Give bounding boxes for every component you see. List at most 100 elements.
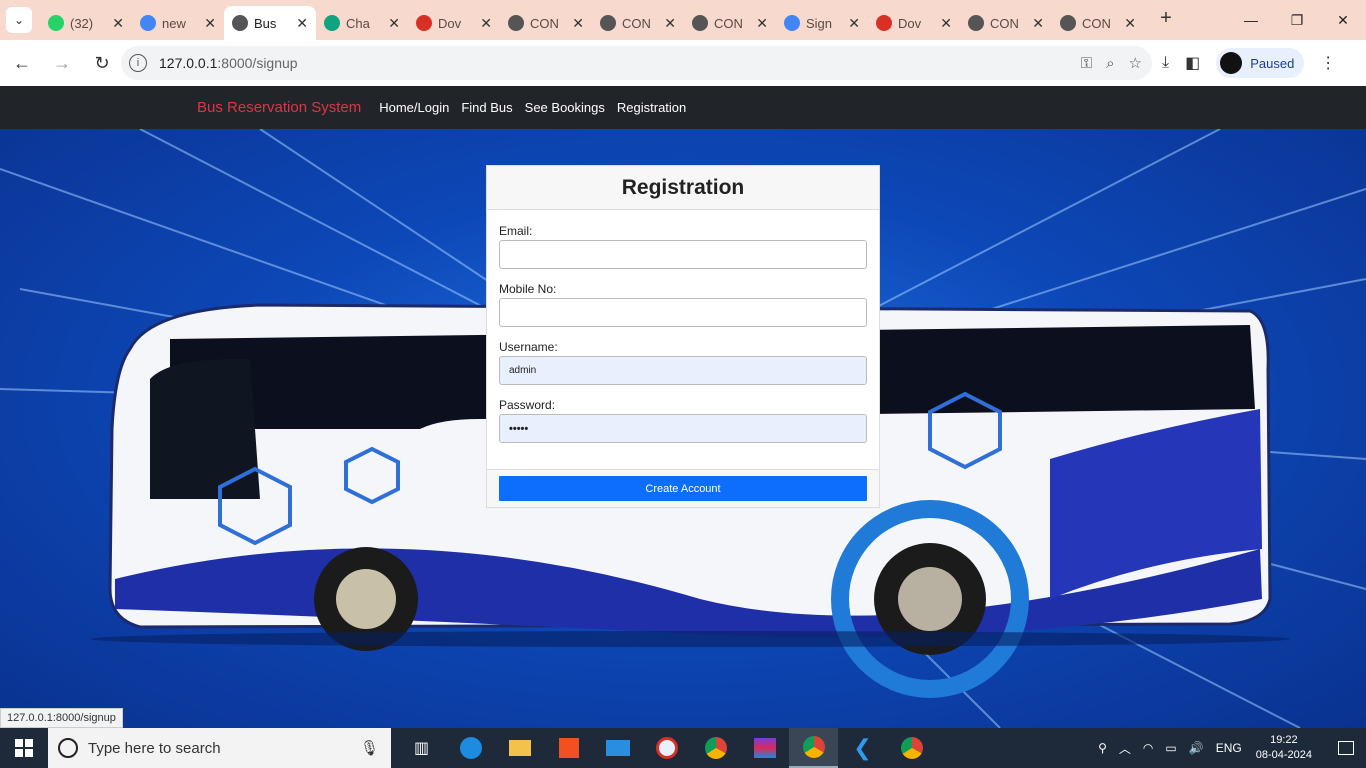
people-icon[interactable]: ⚲ bbox=[1098, 741, 1107, 755]
windows-taskbar: Type here to search 🎙 ▥ ❮ ⚲ ︿ ◠ ▭ 🔊 ENG … bbox=[0, 728, 1366, 768]
tab-title: new bbox=[162, 15, 186, 31]
browser-tab[interactable]: (32) ✕ bbox=[40, 6, 132, 40]
chatgpt-icon bbox=[324, 15, 340, 31]
mobile-field[interactable] bbox=[499, 298, 867, 327]
close-icon[interactable]: ✕ bbox=[204, 15, 216, 32]
vscode-icon[interactable]: ❮ bbox=[838, 728, 887, 768]
language-indicator[interactable]: ENG bbox=[1216, 741, 1242, 755]
chrome-icon[interactable] bbox=[691, 728, 740, 768]
heart-icon bbox=[416, 15, 432, 31]
profile-status: Paused bbox=[1250, 55, 1295, 71]
reload-icon[interactable]: ↻ bbox=[84, 45, 120, 81]
chevron-down-icon: ⌄ bbox=[13, 13, 25, 27]
form-title: Registration bbox=[621, 175, 745, 199]
winrar-icon[interactable] bbox=[740, 728, 789, 768]
file-explorer-icon[interactable] bbox=[495, 728, 544, 768]
google-icon bbox=[784, 15, 800, 31]
globe-icon bbox=[232, 15, 248, 31]
tab-title: Cha bbox=[346, 15, 370, 31]
whatsapp-icon bbox=[48, 15, 64, 31]
windows-logo-icon bbox=[15, 739, 33, 757]
battery-icon[interactable]: ▭ bbox=[1165, 741, 1176, 755]
task-view-icon[interactable]: ▥ bbox=[397, 728, 446, 768]
brave-icon[interactable] bbox=[642, 728, 691, 768]
chrome-alt-icon[interactable] bbox=[887, 728, 936, 768]
browser-tab[interactable]: Dov ✕ bbox=[408, 6, 500, 40]
registration-card: Registration Email: Mobile No: Username:… bbox=[486, 165, 880, 508]
close-icon[interactable]: ✕ bbox=[112, 15, 124, 32]
browser-tab[interactable]: Dov ✕ bbox=[868, 6, 960, 40]
edge-icon[interactable] bbox=[446, 728, 495, 768]
site-brand[interactable]: Bus Reservation System bbox=[197, 99, 361, 116]
browser-tab[interactable]: CON ✕ bbox=[684, 6, 776, 40]
nav-find-bus[interactable]: Find Bus bbox=[461, 100, 512, 115]
close-icon[interactable]: ✕ bbox=[756, 15, 768, 32]
nav-home-login[interactable]: Home/Login bbox=[379, 100, 449, 115]
menu-dots-icon[interactable]: ⋮ bbox=[1320, 53, 1336, 73]
tab-list: (32) ✕ new ✕ Bus ✕ Cha ✕ Dov ✕ CON ✕ CON ✕ CON ✕ Sign ✕ Do… bbox=[40, 0, 1144, 40]
close-icon[interactable]: ✕ bbox=[664, 15, 676, 32]
browser-tab[interactable]: Cha ✕ bbox=[316, 6, 408, 40]
site-navbar: Bus Reservation System Home/Login Find B… bbox=[0, 86, 1366, 129]
browser-tab[interactable]: CON ✕ bbox=[1052, 6, 1144, 40]
card-header: Registration bbox=[487, 166, 879, 210]
create-account-button[interactable]: Create Account bbox=[499, 476, 867, 501]
close-icon[interactable]: ✕ bbox=[480, 15, 492, 32]
microphone-icon[interactable]: 🎙 bbox=[360, 739, 379, 757]
side-panel-icon[interactable]: ◧ bbox=[1185, 53, 1200, 73]
tab-title: Dov bbox=[438, 15, 462, 31]
close-icon[interactable]: ✕ bbox=[848, 15, 860, 32]
window-controls: — ❐ ✕ bbox=[1228, 0, 1366, 40]
chrome-profile-icon[interactable] bbox=[789, 728, 838, 768]
browser-tab[interactable]: CON ✕ bbox=[500, 6, 592, 40]
back-icon[interactable]: ← bbox=[4, 45, 40, 81]
close-icon[interactable]: ✕ bbox=[940, 15, 952, 32]
notification-icon[interactable] bbox=[1326, 728, 1366, 768]
download-icon[interactable]: ⤓ bbox=[1162, 54, 1169, 72]
url-text[interactable]: 127.0.0.1:8000/signup bbox=[159, 55, 298, 71]
password-field[interactable]: ••••• bbox=[499, 414, 867, 443]
close-window-icon[interactable]: ✕ bbox=[1320, 0, 1366, 40]
close-icon[interactable]: ✕ bbox=[1124, 15, 1136, 32]
taskbar-search[interactable]: Type here to search 🎙 bbox=[48, 728, 391, 768]
clock[interactable]: 19:22 08-04-2024 bbox=[1256, 733, 1312, 763]
close-icon[interactable]: ✕ bbox=[1032, 15, 1044, 32]
browser-tab[interactable]: CON ✕ bbox=[592, 6, 684, 40]
link-status-bar: 127.0.0.1:8000/signup bbox=[0, 708, 123, 728]
globe-icon bbox=[968, 15, 984, 31]
close-icon[interactable]: ✕ bbox=[296, 15, 308, 32]
forward-icon[interactable]: → bbox=[44, 45, 80, 81]
site-info-icon[interactable]: i bbox=[129, 54, 147, 72]
chevron-up-icon[interactable]: ︿ bbox=[1119, 740, 1131, 757]
wifi-icon[interactable]: ◠ bbox=[1143, 741, 1153, 755]
close-icon[interactable]: ✕ bbox=[388, 15, 400, 32]
start-button[interactable] bbox=[0, 728, 48, 768]
tab-search-button[interactable]: ⌄ bbox=[6, 7, 32, 33]
address-bar[interactable]: i 127.0.0.1:8000/signup ⚿ ⌕ ☆ bbox=[121, 46, 1152, 80]
zoom-icon[interactable]: ⌕ bbox=[1106, 55, 1114, 72]
minimize-icon[interactable]: — bbox=[1228, 0, 1274, 40]
system-tray: ⚲ ︿ ◠ ▭ 🔊 ENG 19:22 08-04-2024 bbox=[1092, 728, 1366, 768]
browser-tab[interactable]: Sign ✕ bbox=[776, 6, 868, 40]
browser-tab[interactable]: new ✕ bbox=[132, 6, 224, 40]
nav-see-bookings[interactable]: See Bookings bbox=[525, 100, 605, 115]
mobile-label: Mobile No: bbox=[499, 282, 557, 296]
close-icon[interactable]: ✕ bbox=[572, 15, 584, 32]
store-icon[interactable] bbox=[544, 728, 593, 768]
browser-tab[interactable]: CON ✕ bbox=[960, 6, 1052, 40]
tab-title: CON bbox=[622, 15, 651, 31]
bookmark-star-icon[interactable]: ☆ bbox=[1129, 54, 1142, 72]
globe-icon bbox=[692, 15, 708, 31]
browser-tab[interactable]: Bus ✕ bbox=[224, 6, 316, 40]
key-icon[interactable]: ⚿ bbox=[1081, 55, 1092, 72]
profile-button[interactable]: Paused bbox=[1216, 48, 1305, 78]
restore-icon[interactable]: ❐ bbox=[1274, 0, 1320, 40]
avatar bbox=[1220, 52, 1243, 74]
nav-registration[interactable]: Registration bbox=[617, 100, 686, 115]
email-field[interactable] bbox=[499, 240, 867, 269]
new-tab-button[interactable]: + bbox=[1152, 5, 1180, 33]
username-label: Username: bbox=[499, 340, 558, 354]
username-field[interactable]: admin bbox=[499, 356, 867, 385]
mail-icon[interactable] bbox=[593, 728, 642, 768]
volume-icon[interactable]: 🔊 bbox=[1189, 741, 1204, 755]
